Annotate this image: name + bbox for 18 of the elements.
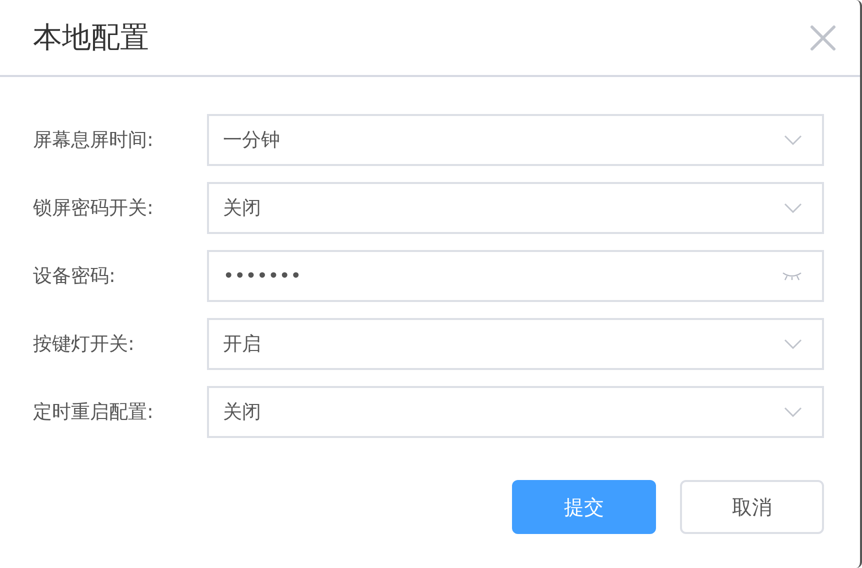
chevron-down-icon <box>784 407 802 417</box>
field-label: 屏幕息屏时间: <box>33 128 154 153</box>
chevron-down-icon <box>784 339 802 349</box>
dialog-title: 本地配置 <box>33 18 149 56</box>
select-field[interactable]: 关闭 <box>207 182 824 234</box>
closed-eye-icon[interactable] <box>782 271 802 281</box>
chevron-down-icon <box>784 135 802 145</box>
field-label: 定时重启配置: <box>33 400 154 425</box>
select-field[interactable]: 一分钟 <box>207 114 824 166</box>
chevron-down-icon <box>784 203 802 213</box>
field-label: 设备密码: <box>33 264 116 289</box>
close-icon[interactable] <box>810 24 836 50</box>
select-field[interactable]: 开启 <box>207 318 824 370</box>
field-label: 按键灯开关: <box>33 332 136 357</box>
cancel-button[interactable]: 取消 <box>680 480 824 534</box>
password-field[interactable]: ••••••• <box>207 250 824 302</box>
field-label: 锁屏密码开关: <box>33 196 154 221</box>
select-field[interactable]: 关闭 <box>207 386 824 438</box>
